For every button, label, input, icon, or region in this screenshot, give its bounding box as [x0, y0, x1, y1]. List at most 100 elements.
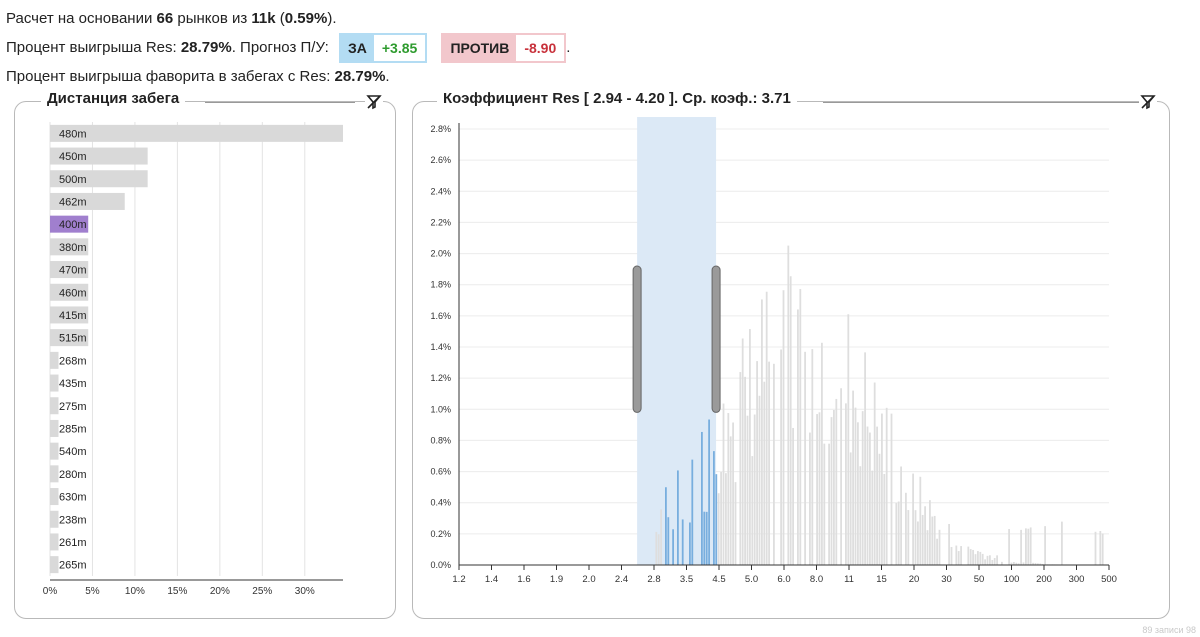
distance-bar[interactable] — [50, 556, 59, 574]
y-tick-label: 1.0% — [430, 404, 451, 414]
histogram-bar — [789, 276, 792, 565]
distance-bar[interactable] — [50, 510, 59, 528]
histogram-bar — [765, 291, 768, 565]
histogram-bar — [907, 510, 910, 565]
histogram-bar — [849, 452, 852, 565]
y-tick-label: 1.2% — [430, 373, 451, 383]
distance-bar-label: 450m — [59, 151, 87, 163]
distance-bar[interactable] — [50, 397, 59, 415]
histogram-bar — [885, 407, 888, 565]
histogram-bar — [857, 422, 859, 565]
distance-bar[interactable] — [50, 351, 59, 369]
protiv-value: -8.90 — [516, 35, 565, 62]
histogram-bar — [986, 555, 989, 565]
histogram-bar — [979, 551, 982, 565]
distance-bar[interactable] — [50, 533, 59, 551]
histogram-bar — [1061, 521, 1063, 565]
histogram-bar — [689, 522, 691, 565]
histogram-bar — [847, 314, 850, 565]
histogram-bar — [749, 329, 751, 565]
y-tick-label: 2.8% — [430, 124, 451, 134]
x-tick-label: 5% — [85, 586, 100, 597]
total-count: 11k — [251, 10, 276, 27]
distance-bar[interactable] — [50, 374, 59, 392]
x-tick-label: 200 — [1036, 574, 1052, 585]
brush-handle[interactable] — [711, 265, 721, 413]
histogram-bar — [823, 443, 826, 565]
distance-bar-label: 268m — [59, 355, 87, 367]
histogram-bar — [931, 516, 934, 565]
histogram-bar — [955, 545, 958, 565]
distance-bar-label: 470m — [59, 265, 87, 277]
za-value: +3.85 — [373, 35, 426, 62]
distance-bar[interactable] — [50, 124, 343, 142]
histogram-bar — [996, 555, 998, 565]
histogram-bar — [854, 407, 857, 565]
distance-bar-label: 415m — [59, 310, 87, 322]
histogram-bar — [957, 551, 960, 565]
histogram-bar — [756, 361, 758, 565]
distance-bar-label: 400m — [59, 219, 87, 231]
distance-panel: Дистанция забега 0% 5% 10% 15% 20% 25% 30% 480m… — [14, 90, 396, 619]
distance-bar[interactable] — [50, 488, 59, 506]
x-tick-label: 1.4 — [485, 574, 498, 585]
histogram-bar — [758, 395, 761, 565]
x-tick-label: 20% — [210, 586, 230, 597]
histogram-bar — [991, 559, 994, 565]
protiv-badge: ПРОТИВ -8.90 — [441, 33, 567, 64]
histogram-bar — [782, 290, 785, 565]
histogram-bar — [1101, 533, 1104, 565]
distance-bar-label: 261m — [59, 537, 87, 549]
histogram-bar — [787, 245, 790, 565]
histogram-bar — [1025, 528, 1027, 565]
distance-bar[interactable] — [50, 442, 59, 460]
histogram-bar — [768, 361, 770, 565]
histogram-bar — [840, 388, 842, 565]
histogram-bar — [818, 412, 821, 565]
x-tick-label: 4.5 — [712, 574, 725, 585]
histogram-bar — [938, 529, 941, 565]
histogram-bar — [672, 529, 674, 565]
distance-bar-label: 540m — [59, 446, 87, 458]
distance-bar-label: 480m — [59, 128, 87, 140]
distance-bar[interactable] — [50, 419, 59, 437]
histogram-bar — [744, 376, 746, 565]
histogram-bar — [722, 403, 725, 565]
winrate-value: 28.79% — [180, 39, 232, 56]
histogram-bar — [677, 470, 679, 565]
summary-line-favorite: Процент выигрыша фаворита в забегах с Re… — [6, 68, 390, 85]
brush-handle[interactable] — [632, 265, 642, 413]
favorite-winrate: 28.79% — [334, 68, 386, 85]
histogram-bar — [809, 432, 811, 565]
histogram-bar — [1099, 531, 1102, 565]
histogram-bar — [926, 530, 929, 565]
histogram-bar — [919, 476, 922, 565]
distance-bar-label: 435m — [59, 378, 87, 390]
histogram-bar — [900, 466, 902, 565]
distance-chart: 0% 5% 10% 15% 20% 25% 30% 480m 450m 500m 462m 400m 3… — [43, 122, 343, 597]
histogram-bar — [720, 471, 722, 565]
selection-brush[interactable] — [637, 117, 717, 565]
y-tick-label: 0.0% — [430, 560, 451, 570]
distance-bar-label: 275m — [59, 401, 87, 413]
distance-bar-label: 630m — [59, 492, 87, 504]
histogram-bar — [873, 382, 876, 565]
x-tick-label: 10% — [125, 586, 145, 597]
y-tick-label: 0.2% — [430, 529, 451, 539]
histogram-bar — [950, 547, 953, 565]
histogram-bar — [657, 534, 660, 565]
distance-bar-label: 380m — [59, 242, 87, 254]
y-tick-label: 2.6% — [430, 155, 451, 165]
x-tick-label: 15% — [167, 586, 187, 597]
histogram-bar — [732, 422, 734, 565]
histogram-bar — [929, 500, 931, 565]
histogram-bar — [717, 493, 720, 565]
x-tick-label: 1.9 — [550, 574, 563, 585]
x-tick-label: 25% — [252, 586, 272, 597]
histogram-bar — [833, 409, 835, 565]
histogram-bar — [890, 413, 893, 565]
histogram-bar — [960, 546, 962, 565]
histogram-bar — [866, 426, 869, 565]
x-tick-label: 5.0 — [745, 574, 758, 585]
distance-bar[interactable] — [50, 465, 59, 483]
